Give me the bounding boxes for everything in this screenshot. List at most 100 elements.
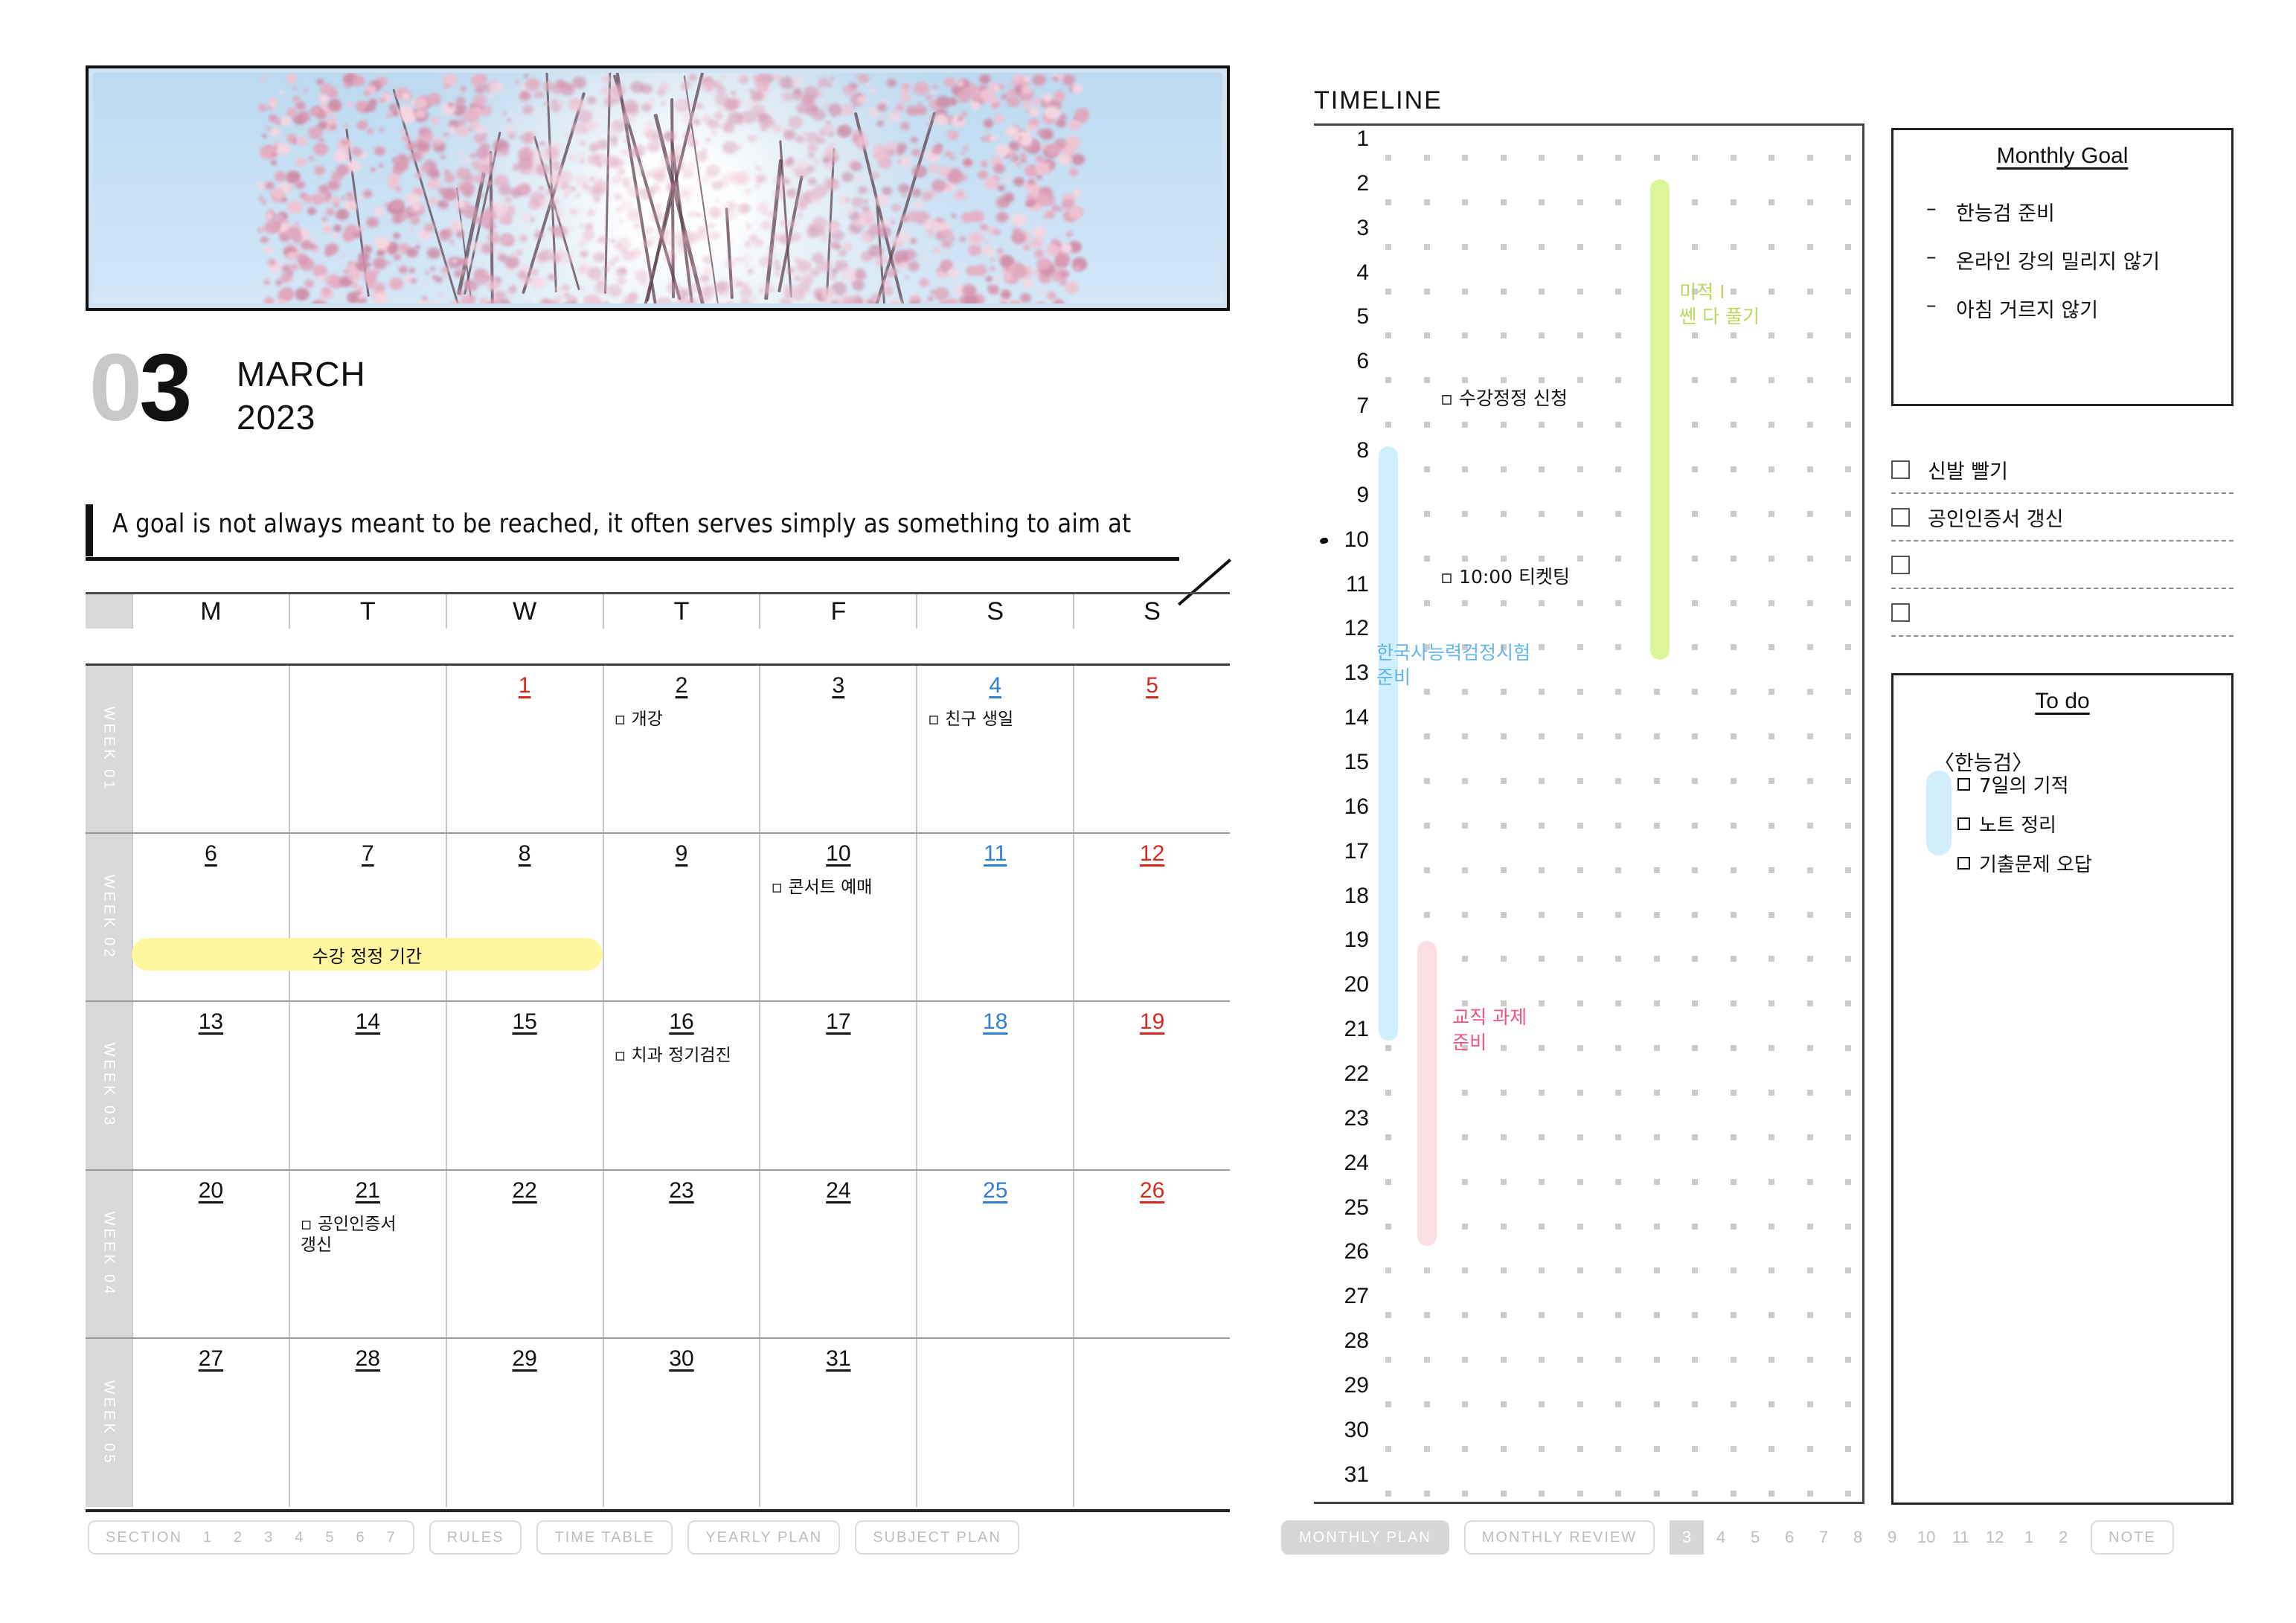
checkbox-icon[interactable] bbox=[1957, 857, 1970, 870]
section-number[interactable]: 5 bbox=[325, 1529, 335, 1546]
calendar-day-cell[interactable]: 9 bbox=[602, 834, 760, 1001]
calendar-day-cell[interactable]: 22 bbox=[445, 1170, 603, 1337]
checkbox-icon[interactable] bbox=[1957, 778, 1970, 791]
calendar-day-cell[interactable]: 7 bbox=[288, 834, 446, 1001]
calendar-day-cell[interactable]: 31 bbox=[759, 1338, 916, 1507]
calendar-day-cell[interactable] bbox=[132, 666, 289, 833]
month-tab-5[interactable]: 5 bbox=[1738, 1520, 1772, 1555]
timeline-bar[interactable] bbox=[1417, 940, 1437, 1246]
month-nav[interactable]: 3 4 5 6 7 8 9 10 11 12 1 2 bbox=[1670, 1520, 2080, 1555]
checkbox-icon[interactable] bbox=[1891, 507, 1910, 527]
calendar-day-cell[interactable]: 23 bbox=[602, 1170, 760, 1337]
section-number[interactable]: 6 bbox=[356, 1529, 366, 1546]
blossom-cluster bbox=[724, 208, 738, 221]
checklist-row[interactable] bbox=[1891, 589, 2234, 637]
timeline-bar[interactable] bbox=[1650, 179, 1670, 661]
calendar-day-cell[interactable] bbox=[916, 1338, 1073, 1507]
footer-button[interactable]: SUBJECT PLAN bbox=[855, 1520, 1019, 1555]
grid-dot bbox=[1806, 1401, 1813, 1408]
calendar-day-cell[interactable]: 18 bbox=[916, 1002, 1073, 1169]
calendar-day-cell[interactable]: 11 bbox=[916, 834, 1073, 1001]
section-number[interactable]: 1 bbox=[203, 1529, 213, 1546]
month-tab-7[interactable]: 7 bbox=[1806, 1520, 1841, 1555]
calendar-day-cell[interactable]: 17 bbox=[759, 1002, 916, 1169]
month-tab-11[interactable]: 11 bbox=[1943, 1520, 1978, 1555]
checkbox-icon[interactable] bbox=[1891, 555, 1910, 574]
grid-dot bbox=[1615, 155, 1621, 161]
calendar-day-cell[interactable]: 13 bbox=[132, 1002, 289, 1169]
calendar-day-cell[interactable] bbox=[1073, 1338, 1230, 1507]
grid-dot bbox=[1577, 422, 1583, 428]
todo-item[interactable]: 기출문제 오답 bbox=[1957, 849, 2092, 877]
month-tab-10[interactable]: 10 bbox=[1909, 1520, 1943, 1555]
blossom-cluster bbox=[970, 210, 984, 223]
year-label: 2023 bbox=[237, 398, 316, 437]
note-button[interactable]: NOTE bbox=[2091, 1520, 2174, 1555]
grid-dot bbox=[1653, 1490, 1660, 1497]
calendar-day-cell[interactable]: 25 bbox=[916, 1170, 1073, 1337]
section-number[interactable]: 7 bbox=[387, 1529, 397, 1546]
month-tab-2[interactable]: 2 bbox=[2046, 1520, 2080, 1555]
section-number[interactable]: 3 bbox=[264, 1529, 274, 1546]
calendar-day-cell[interactable]: 12 bbox=[1073, 834, 1230, 1001]
calendar-day-cell[interactable]: 27 bbox=[132, 1338, 289, 1507]
blossom-cluster bbox=[542, 100, 550, 107]
footer-button[interactable]: YEARLY PLAN bbox=[687, 1520, 841, 1555]
calendar-day-cell[interactable]: 24 bbox=[759, 1170, 916, 1337]
month-tab-9[interactable]: 9 bbox=[1875, 1520, 1909, 1555]
calendar-day-cell[interactable]: 5 bbox=[1073, 666, 1230, 833]
grid-dot bbox=[1577, 1312, 1583, 1319]
calendar-day-cell[interactable]: 21 ▫ 공인인증서 갱신 bbox=[288, 1170, 446, 1337]
calendar-day-cell[interactable] bbox=[288, 666, 446, 833]
section-nav[interactable]: SECTION 1 2 3 4 5 6 7 bbox=[88, 1520, 414, 1555]
checklist-row[interactable] bbox=[1891, 541, 2234, 589]
checklist-row[interactable]: 공인인증서 갱신 bbox=[1891, 494, 2234, 541]
grid-dot bbox=[1423, 733, 1430, 740]
checkbox-icon[interactable] bbox=[1891, 602, 1910, 622]
calendar-day-cell[interactable]: 20 bbox=[132, 1170, 289, 1337]
calendar-day-cell[interactable]: 30 bbox=[602, 1338, 760, 1507]
calendar-day-cell[interactable]: 10 ▫ 콘서트 예매 bbox=[759, 834, 916, 1001]
checkbox-icon[interactable] bbox=[1891, 460, 1910, 479]
calendar-day-cell[interactable]: 14 bbox=[288, 1002, 446, 1169]
todo-item[interactable]: 7일의 기적 bbox=[1957, 771, 2092, 798]
calendar-day-cell[interactable]: 1 bbox=[445, 666, 603, 833]
calendar-day-cell[interactable]: 6 bbox=[132, 834, 289, 1001]
calendar-day-cell[interactable]: 19 bbox=[1073, 1002, 1230, 1169]
footer-button[interactable]: TIME TABLE bbox=[536, 1520, 673, 1555]
section-number[interactable]: 4 bbox=[295, 1529, 304, 1546]
calendar-day-cell[interactable]: 8 bbox=[445, 834, 603, 1001]
checklist-row[interactable]: 신발 빨기 bbox=[1891, 446, 2234, 494]
monthly-calendar: MTWTFSS WEEK 01 1 2 ▫ 개강 3 4 ▫ 친구 생일 5 WEEK 02 6 7… bbox=[86, 592, 1230, 1512]
timeline-bar[interactable] bbox=[1379, 446, 1398, 1041]
month-tab-4[interactable]: 4 bbox=[1704, 1520, 1738, 1555]
calendar-day-cell[interactable]: 3 bbox=[759, 666, 916, 833]
section-number[interactable]: 2 bbox=[234, 1529, 243, 1546]
checkbox-icon[interactable] bbox=[1957, 817, 1970, 830]
calendar-day-cell[interactable]: 16 ▫ 치과 정기검진 bbox=[602, 1002, 760, 1169]
calendar-day-cell[interactable]: 4 ▫ 친구 생일 bbox=[916, 666, 1073, 833]
month-tab-3[interactable]: 3 bbox=[1670, 1520, 1705, 1555]
footer-button[interactable]: RULES bbox=[429, 1520, 522, 1555]
grid-dot bbox=[1462, 1401, 1468, 1408]
day-number: 21 bbox=[355, 1177, 380, 1203]
calendar-day-cell[interactable]: 28 bbox=[288, 1338, 446, 1507]
monthly-plan-tab[interactable]: MONTHLY PLAN bbox=[1281, 1520, 1449, 1555]
calendar-day-cell[interactable]: 2 ▫ 개강 bbox=[602, 666, 760, 833]
calendar-day-cell[interactable]: 15 bbox=[445, 1002, 603, 1169]
calendar-day-cell[interactable]: 29 bbox=[445, 1338, 603, 1507]
calendar-day-cell[interactable]: 26 bbox=[1073, 1170, 1230, 1337]
monthly-review-tab[interactable]: MONTHLY REVIEW bbox=[1463, 1520, 1655, 1555]
section-numbers[interactable]: 1 2 3 4 5 6 7 bbox=[182, 1529, 397, 1546]
month-tab-12[interactable]: 12 bbox=[1978, 1520, 2012, 1555]
month-tab-1[interactable]: 1 bbox=[2012, 1520, 2046, 1555]
blossom-cluster bbox=[1030, 237, 1043, 248]
month-tab-8[interactable]: 8 bbox=[1841, 1520, 1875, 1555]
grid-dot bbox=[1539, 1090, 1545, 1096]
grid-dot bbox=[1730, 466, 1737, 473]
blossom-cluster bbox=[263, 280, 270, 286]
grid-dot bbox=[1806, 243, 1813, 250]
month-tab-6[interactable]: 6 bbox=[1772, 1520, 1806, 1555]
todo-item[interactable]: 노트 정리 bbox=[1957, 810, 2092, 838]
blossom-cluster bbox=[1008, 141, 1019, 150]
